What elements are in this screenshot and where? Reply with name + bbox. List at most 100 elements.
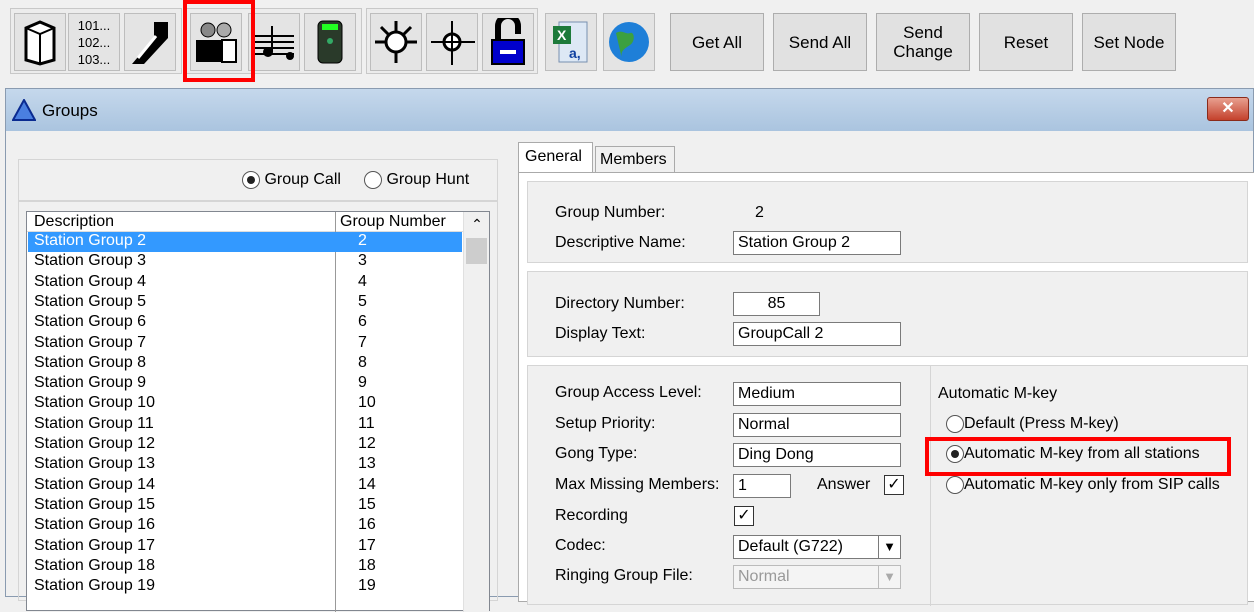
phone-button[interactable] (124, 13, 176, 71)
list-item[interactable]: Station Group 7 7 (28, 334, 462, 354)
radio-icon (946, 476, 964, 494)
group-number: 6 (358, 313, 367, 331)
excel-export-button[interactable]: Xa, (545, 13, 597, 71)
column-group-number[interactable]: Group Number (340, 213, 446, 231)
list-item[interactable]: Station Group 17 17 (28, 537, 462, 557)
group-info-section: Group Number: 2 Descriptive Name: Statio… (527, 181, 1248, 263)
group-description: Station Group 12 (34, 435, 155, 452)
group-number: 18 (358, 556, 376, 574)
globe-icon (609, 22, 649, 62)
group-description: Station Group 13 (34, 455, 155, 473)
list-item[interactable]: Station Group 14 14 (28, 476, 462, 496)
send-change-button[interactable]: Send Change (876, 13, 970, 71)
move-button[interactable] (426, 13, 478, 71)
group-description: Station Group 7 (34, 333, 147, 351)
scroll-up-icon[interactable]: ⌃ (464, 212, 490, 236)
gong-type-input[interactable]: Ding Dong (733, 443, 901, 467)
recording-checkbox[interactable]: ✓ (734, 506, 754, 526)
tab-general[interactable]: General (518, 142, 593, 173)
group-number-value: 2 (755, 204, 764, 221)
list-item[interactable]: Station Group 9 9 (28, 374, 462, 394)
list-item[interactable]: Station Group 11 11 (28, 415, 462, 435)
group-number: 13 (358, 455, 376, 473)
mkey-sip-radio[interactable]: Automatic M-key only from SIP calls (946, 476, 1220, 494)
display-text-input[interactable]: GroupCall 2 (733, 322, 901, 346)
group-number: 9 (358, 374, 367, 392)
title-bar: Groups ✕ (6, 89, 1253, 131)
group-description: Station Group 5 (34, 292, 147, 310)
radio-icon (946, 415, 964, 433)
group-description: Station Group 11 (34, 414, 154, 432)
network-button[interactable] (370, 13, 422, 71)
group-description: Station Group 17 (34, 536, 155, 554)
list-item[interactable]: Station Group 10 10 (28, 394, 462, 414)
column-description[interactable]: Description (34, 213, 114, 231)
access-level-input[interactable]: Medium (733, 382, 901, 406)
descriptive-name-input[interactable]: Station Group 2 (733, 231, 901, 255)
answer-checkbox[interactable]: ✓ (884, 475, 904, 495)
network-icon (375, 21, 417, 63)
get-all-button[interactable]: Get All (670, 13, 764, 71)
highlight-box-groups (183, 0, 255, 82)
group-number: 4 (358, 272, 367, 290)
list-item[interactable]: Station Group 12 12 (28, 435, 462, 455)
number-list-button[interactable]: 101... 102... 103... (68, 13, 120, 71)
groups-list[interactable]: Description Group Number Station Group 2… (26, 211, 490, 612)
group-description: Station Group 2 (34, 232, 147, 249)
radio-icon (364, 171, 382, 189)
max-missing-input[interactable]: 1 (733, 474, 791, 498)
group-number: 19 (358, 577, 376, 595)
pager-icon (317, 20, 343, 64)
tab-members[interactable]: Members (595, 146, 675, 172)
list-item[interactable]: Station Group 6 6 (28, 313, 462, 333)
lock-icon (491, 18, 525, 65)
list-item[interactable]: Station Group 3 3 (28, 252, 462, 272)
list-item[interactable]: Station Group 8 8 (28, 354, 462, 374)
groups-window: Groups ✕ Group Call Group Hunt Descripti… (5, 88, 1254, 612)
group-hunt-radio[interactable]: Group Hunt (364, 171, 469, 189)
scroll-thumb[interactable] (466, 238, 487, 264)
mkey-default-radio[interactable]: Default (Press M-key) (946, 415, 1119, 433)
group-number: 14 (358, 475, 376, 493)
group-number: 5 (358, 292, 367, 310)
group-call-radio[interactable]: Group Call (242, 171, 341, 189)
list-item[interactable]: Station Group 18 18 (28, 557, 462, 577)
scrollbar[interactable]: ⌃ (463, 212, 489, 612)
directory-number-label: Directory Number: (555, 295, 685, 312)
send-all-button[interactable]: Send All (773, 13, 867, 71)
list-item[interactable]: Station Group 19 19 (28, 577, 462, 597)
close-button[interactable]: ✕ (1207, 97, 1249, 121)
group-description: Station Group 16 (34, 516, 155, 534)
list-item[interactable]: Station Group 13 13 (28, 455, 462, 475)
ringing-file-select[interactable]: Normal ▼ (733, 565, 901, 589)
mkey-default-label: Default (Press M-key) (964, 415, 1119, 433)
directory-number-input[interactable]: 85 (733, 292, 820, 316)
move-icon (431, 21, 475, 65)
setup-priority-input[interactable]: Normal (733, 413, 901, 437)
mkey-title: Automatic M-key (938, 385, 1058, 402)
list-item[interactable]: Station Group 16 16 (28, 516, 462, 536)
svg-text:a,: a, (569, 45, 581, 61)
globe-button[interactable] (603, 13, 655, 71)
list-item[interactable]: Station Group 15 15 (28, 496, 462, 516)
lock-button[interactable] (482, 13, 534, 71)
reset-button[interactable]: Reset (979, 13, 1073, 71)
list-item[interactable]: Station Group 4 4 (28, 273, 462, 293)
set-node-button[interactable]: Set Node (1082, 13, 1176, 71)
codec-value: Default (G722) (738, 538, 843, 555)
group-description: Station Group 3 (34, 252, 147, 270)
list-item[interactable]: Station Group 5 5 (28, 293, 462, 313)
codec-select[interactable]: Default (G722) ▼ (733, 535, 901, 559)
pager-button[interactable] (304, 13, 356, 71)
group-description: Station Group 19 (34, 577, 155, 595)
group-number: 17 (358, 536, 376, 554)
list-item[interactable]: Station Group 2 2 (28, 232, 462, 252)
recording-label: Recording (555, 507, 628, 524)
group-hunt-label: Group Hunt (386, 171, 470, 189)
cabinet-button[interactable] (14, 13, 66, 71)
group-number: 7 (358, 333, 367, 351)
group-number: 11 (358, 414, 375, 432)
group-number: 16 (358, 516, 376, 534)
general-tab-panel: Group Number: 2 Descriptive Name: Statio… (518, 172, 1254, 606)
music-button[interactable] (248, 13, 300, 71)
